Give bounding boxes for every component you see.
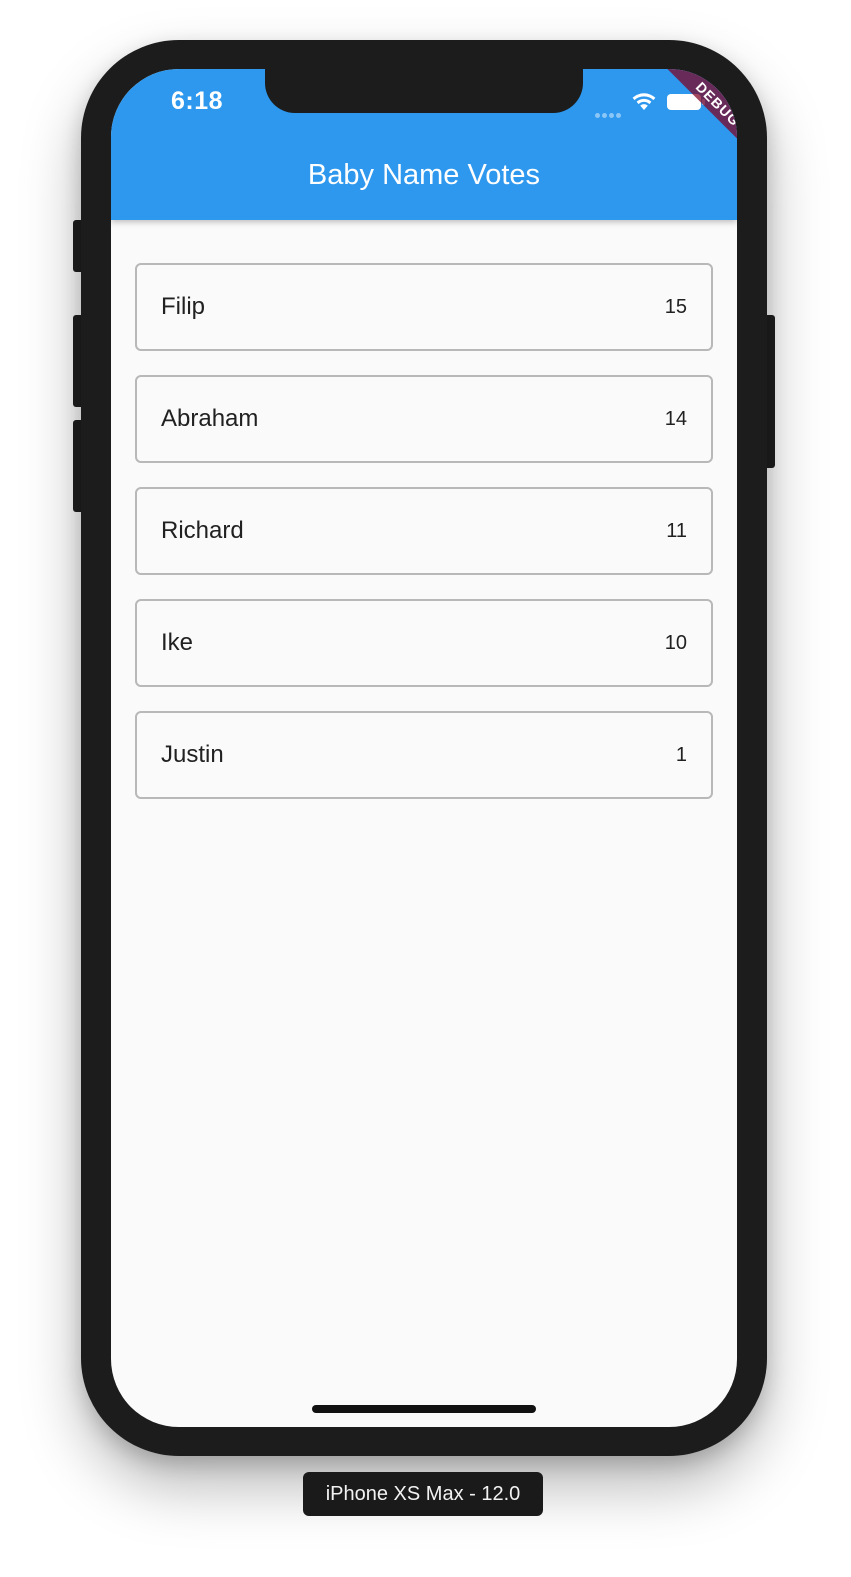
list-item[interactable]: Justin 1 — [135, 711, 713, 799]
notch — [265, 69, 583, 113]
wifi-icon — [631, 91, 657, 111]
vote-count: 10 — [664, 632, 687, 654]
list-item[interactable]: Ike 10 — [135, 599, 713, 687]
phone-screen: 6:18 DEBUG Baby Name Votes Filip 15 Abra… — [111, 69, 737, 1427]
vote-count: 15 — [664, 296, 687, 318]
debug-banner: DEBUG — [657, 69, 737, 165]
baby-name: Abraham — [161, 405, 259, 432]
device-label: iPhone XS Max - 12.0 — [303, 1472, 543, 1516]
vote-count: 14 — [664, 408, 687, 430]
simulator-stage: 6:18 DEBUG Baby Name Votes Filip 15 Abra… — [0, 0, 851, 1577]
page-title: Baby Name Votes — [307, 159, 541, 191]
vote-count: 11 — [666, 520, 687, 542]
list-item[interactable]: Abraham 14 — [135, 375, 713, 463]
vote-list: Filip 15 Abraham 14 Richard 11 Ike 10 Ju… — [135, 263, 713, 823]
vote-count: 1 — [675, 744, 687, 766]
baby-name: Justin — [161, 741, 224, 768]
baby-name: Richard — [161, 517, 244, 544]
baby-name: Ike — [161, 629, 194, 656]
home-indicator[interactable] — [312, 1405, 536, 1413]
app-bar: 6:18 DEBUG Baby Name Votes — [111, 69, 737, 220]
status-time: 6:18 — [171, 87, 224, 115]
list-item[interactable]: Richard 11 — [135, 487, 713, 575]
phone-frame: 6:18 DEBUG Baby Name Votes Filip 15 Abra… — [81, 40, 767, 1456]
baby-name: Filip — [161, 293, 206, 320]
cellular-signal-icon — [595, 105, 625, 118]
list-item[interactable]: Filip 15 — [135, 263, 713, 351]
